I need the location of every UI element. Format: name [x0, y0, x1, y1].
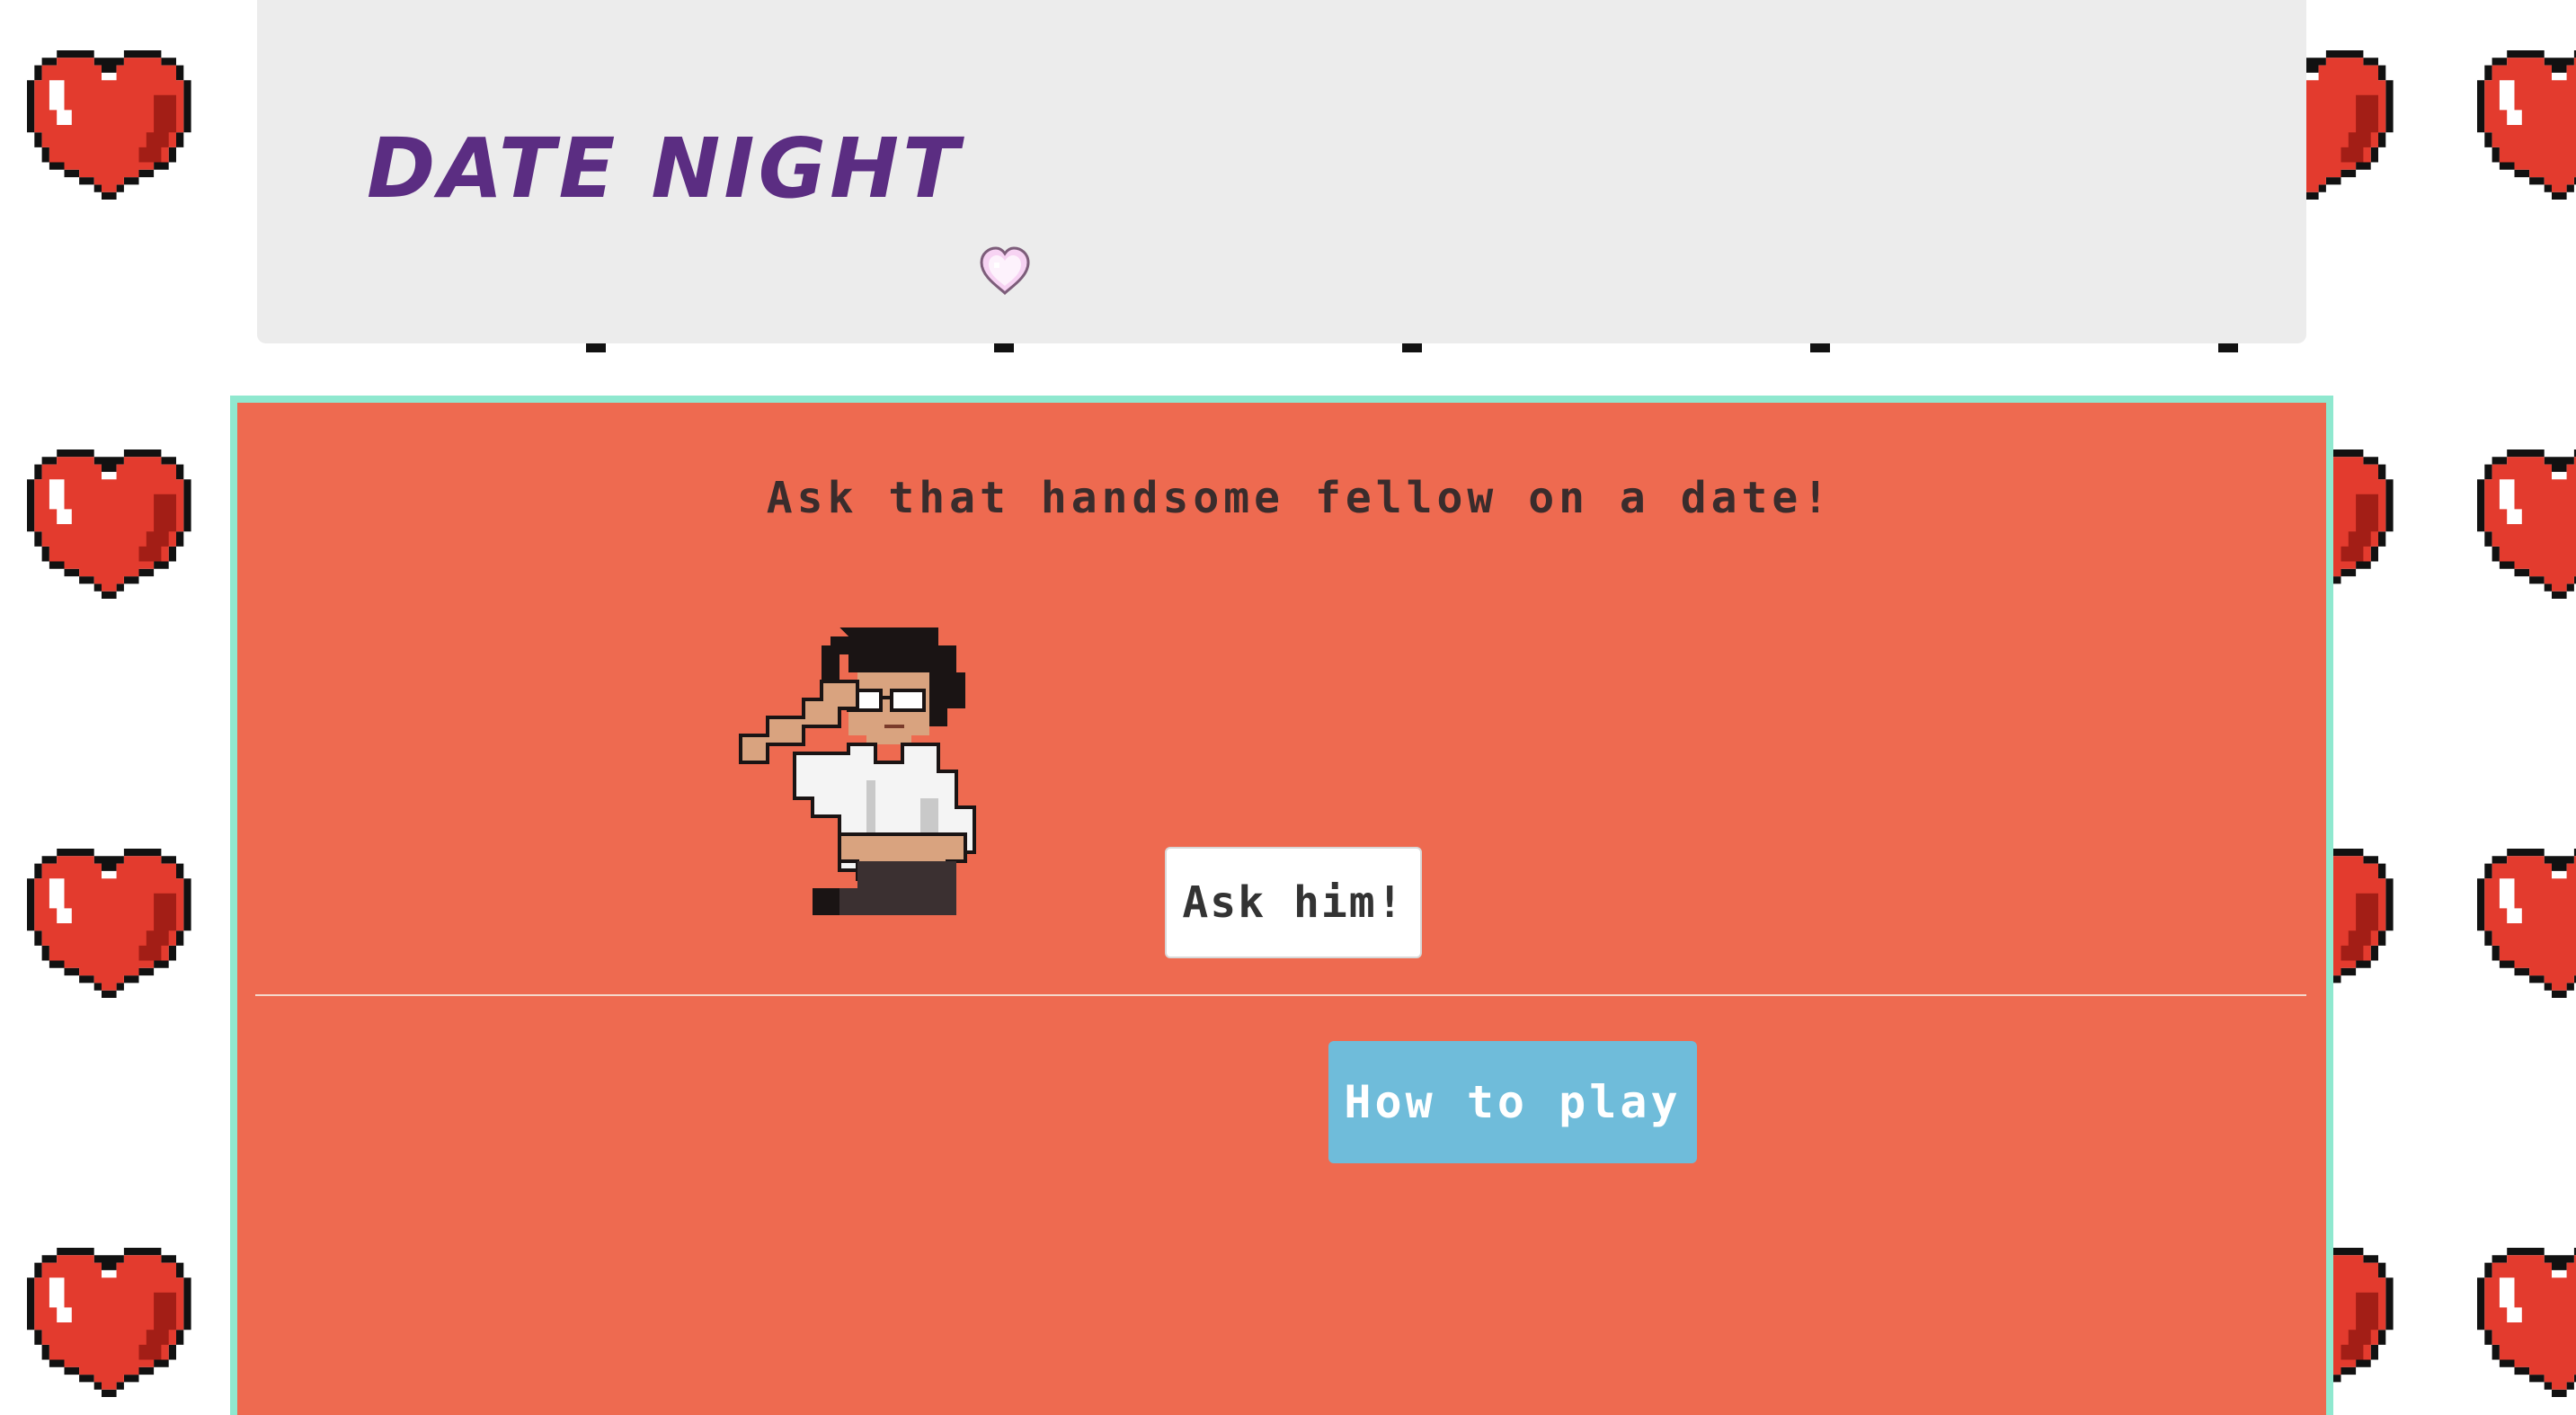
divider: [255, 994, 2306, 996]
heart-cursor-icon: [980, 246, 1030, 296]
page-title: Date Night: [367, 120, 963, 217]
header-card: Date Night: [257, 0, 2306, 343]
pixel-man-character: [739, 627, 976, 915]
ask-him-button[interactable]: Ask him!: [1165, 847, 1422, 958]
prompt-text: Ask that handsome fellow on a date!: [766, 473, 1834, 523]
how-to-play-button[interactable]: How to play: [1328, 1041, 1697, 1163]
game-panel: Ask that handsome fellow on a date! Ask …: [230, 396, 2333, 1415]
